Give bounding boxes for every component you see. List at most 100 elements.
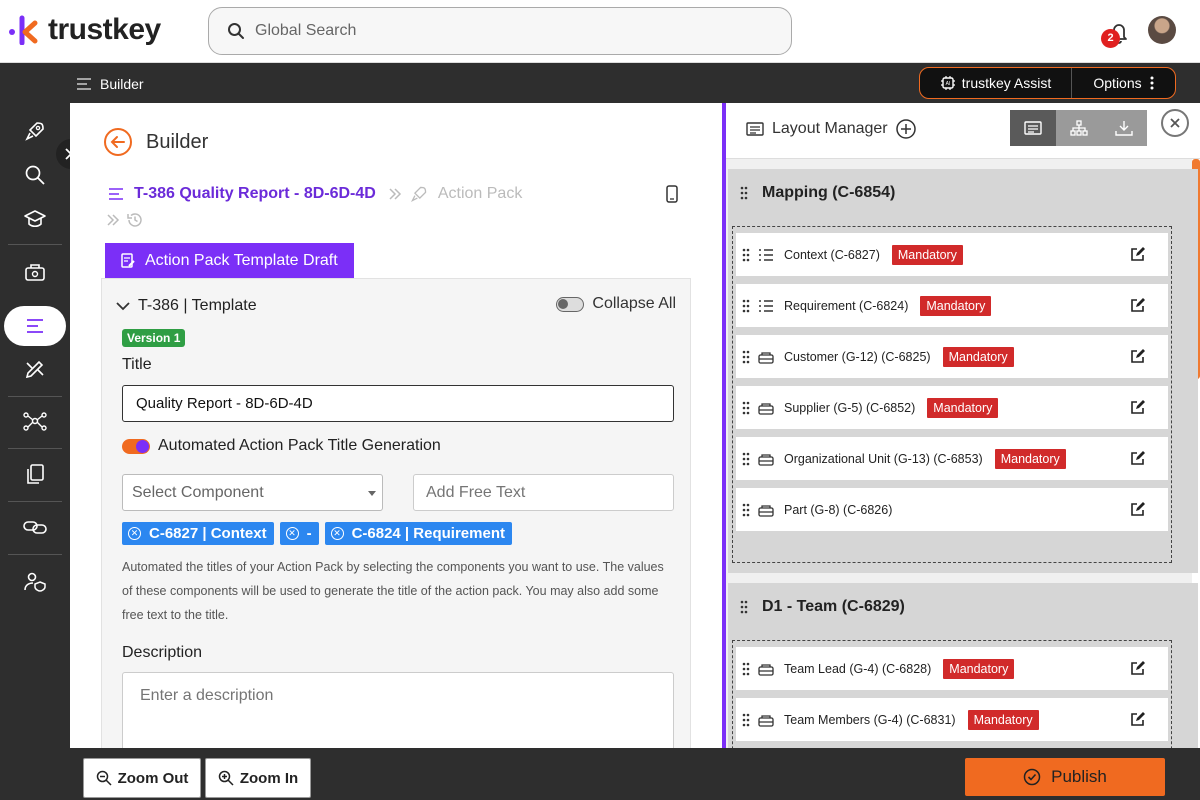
- logo[interactable]: trustkey: [8, 15, 161, 45]
- layout-row[interactable]: Customer (G-12) (C-6825) Mandatory: [736, 335, 1168, 378]
- edit-icon[interactable]: [1130, 450, 1146, 466]
- edit-icon[interactable]: [1130, 660, 1146, 676]
- drag-handle-icon[interactable]: [740, 186, 748, 200]
- rocket-icon: [25, 122, 44, 141]
- layout-row[interactable]: Part (G-8) (C-6826): [736, 488, 1168, 531]
- list-icon: [759, 248, 773, 261]
- sidebar-item-documents[interactable]: [20, 459, 50, 489]
- auto-title-switch[interactable]: [122, 438, 150, 454]
- close-layout-manager-button[interactable]: [1161, 109, 1189, 137]
- drag-handle-icon[interactable]: [742, 452, 750, 466]
- history-icon[interactable]: [126, 211, 144, 229]
- layout-manager-label: Layout Manager: [772, 120, 888, 137]
- pencil-ruler-icon: [25, 360, 44, 379]
- sidebar-item-search[interactable]: [20, 160, 50, 190]
- zoom-in-button[interactable]: Zoom In: [205, 758, 311, 798]
- rocket-icon: [410, 186, 427, 203]
- edit-icon[interactable]: [1130, 246, 1146, 262]
- options-button[interactable]: Options: [1072, 68, 1175, 98]
- global-search-input[interactable]: Global Search: [208, 7, 792, 55]
- section-header[interactable]: D1 - Team (C-6829): [728, 583, 1198, 631]
- draft-tab-label: Action Pack Template Draft: [145, 251, 338, 269]
- breadcrumb-action-pack[interactable]: Action Pack: [438, 185, 522, 203]
- publish-button[interactable]: Publish: [965, 758, 1165, 796]
- sidebar-divider: [8, 501, 62, 502]
- collapse-all-switch[interactable]: [556, 296, 585, 312]
- sidebar-item-toolbox[interactable]: [20, 257, 50, 287]
- drag-handle-icon[interactable]: [742, 248, 750, 262]
- group-icon: [758, 663, 774, 676]
- template-header[interactable]: T-386 | Template: [116, 297, 257, 315]
- sidebar-item-links[interactable]: [20, 512, 50, 542]
- view-tree-button[interactable]: [1056, 110, 1102, 146]
- notification-count-badge: 2: [1101, 29, 1120, 48]
- mobile-preview-icon[interactable]: [666, 185, 678, 203]
- chip-remove-icon[interactable]: ✕: [285, 527, 299, 540]
- layout-row[interactable]: Supplier (G-5) (C-6852) Mandatory: [736, 386, 1168, 429]
- zoom-in-icon: [218, 770, 234, 786]
- chip: ✕ C-6824 | Requirement: [324, 522, 512, 545]
- select-component-dropdown[interactable]: Select Component: [122, 474, 383, 511]
- section-header[interactable]: Mapping (C-6854): [728, 169, 1198, 217]
- edit-icon[interactable]: [1130, 399, 1146, 415]
- list-icon: [759, 299, 773, 312]
- auto-title-toggle[interactable]: Automated Action Pack Title Generation: [122, 437, 441, 455]
- add-circle-icon[interactable]: [895, 119, 916, 139]
- sidebar-item-design[interactable]: [20, 354, 50, 384]
- sidebar-divider: [8, 244, 62, 245]
- chip-label: C-6827 | Context: [149, 525, 267, 542]
- view-download-button[interactable]: [1101, 110, 1147, 146]
- drag-handle-icon[interactable]: [742, 299, 750, 313]
- free-text-input[interactable]: [413, 474, 674, 511]
- view-list-button[interactable]: [1010, 110, 1056, 146]
- sidebar-item-launch[interactable]: [20, 116, 50, 146]
- assist-options-group: AI trustkey Assist Options: [919, 67, 1176, 99]
- trustkey-assist-button[interactable]: AI trustkey Assist: [920, 68, 1072, 98]
- title-component-chips: ✕ C-6827 | Context ✕ - ✕ C-6824 | Requireme…: [122, 522, 518, 545]
- sidebar-item-network[interactable]: [20, 406, 50, 436]
- description-input[interactable]: [122, 672, 674, 748]
- layout-row[interactable]: Team Members (G-4) (C-6831) Mandatory: [736, 698, 1168, 741]
- title-input[interactable]: [122, 385, 674, 422]
- help-text: Automated the titles of your Action Pack…: [122, 560, 664, 622]
- drag-handle-icon[interactable]: [742, 503, 750, 517]
- breadcrumb: T-386 Quality Report - 8D-6D-4D Action P…: [108, 185, 522, 203]
- description-label: Description: [122, 644, 203, 661]
- drag-handle-icon[interactable]: [742, 713, 750, 727]
- drag-handle-icon[interactable]: [742, 401, 750, 415]
- row-label: Part (G-8) (C-6826): [784, 502, 893, 517]
- back-arrow-icon[interactable]: [103, 127, 133, 157]
- drag-handle-icon[interactable]: [740, 600, 748, 614]
- tab-action-pack-template-draft[interactable]: Action Pack Template Draft: [105, 243, 354, 278]
- chip-label: -: [306, 525, 312, 542]
- layout-manager-title: Layout Manager: [746, 119, 916, 139]
- layout-row[interactable]: Context (C-6827) Mandatory: [736, 233, 1168, 276]
- check-circle-icon: [1023, 768, 1041, 786]
- layout-row[interactable]: Team Lead (G-4) (C-6828) Mandatory: [736, 647, 1168, 690]
- collapse-all-toggle[interactable]: Collapse All: [556, 295, 676, 313]
- sidebar-item-learning[interactable]: [20, 204, 50, 234]
- chip: ✕ C-6827 | Context: [122, 522, 274, 545]
- group-icon: [758, 504, 774, 517]
- layout-row[interactable]: Requirement (C-6824) Mandatory: [736, 284, 1168, 327]
- breadcrumb-template[interactable]: T-386 Quality Report - 8D-6D-4D: [134, 185, 376, 203]
- chip-remove-icon[interactable]: ✕: [330, 527, 344, 540]
- zoom-out-button[interactable]: Zoom Out: [83, 758, 201, 798]
- chip-remove-icon[interactable]: ✕: [128, 527, 141, 540]
- group-icon: [758, 453, 774, 466]
- row-label: Customer (G-12) (C-6825): [784, 349, 931, 364]
- zoom-out-icon: [96, 770, 112, 786]
- section-title: D1 - Team (C-6829): [762, 598, 905, 615]
- sidebar-item-user-security[interactable]: [20, 567, 50, 597]
- layout-row[interactable]: Organizational Unit (G-13) (C-6853) Mand…: [736, 437, 1168, 480]
- user-avatar[interactable]: [1148, 16, 1176, 44]
- edit-icon[interactable]: [1130, 348, 1146, 364]
- section-title: Mapping (C-6854): [762, 184, 896, 201]
- drag-handle-icon[interactable]: [742, 350, 750, 364]
- download-tray-icon: [1115, 121, 1133, 136]
- drag-handle-icon[interactable]: [742, 662, 750, 676]
- edit-icon[interactable]: [1130, 501, 1146, 517]
- edit-icon[interactable]: [1130, 297, 1146, 313]
- edit-icon[interactable]: [1130, 711, 1146, 727]
- sidebar-item-builder[interactable]: [20, 311, 50, 341]
